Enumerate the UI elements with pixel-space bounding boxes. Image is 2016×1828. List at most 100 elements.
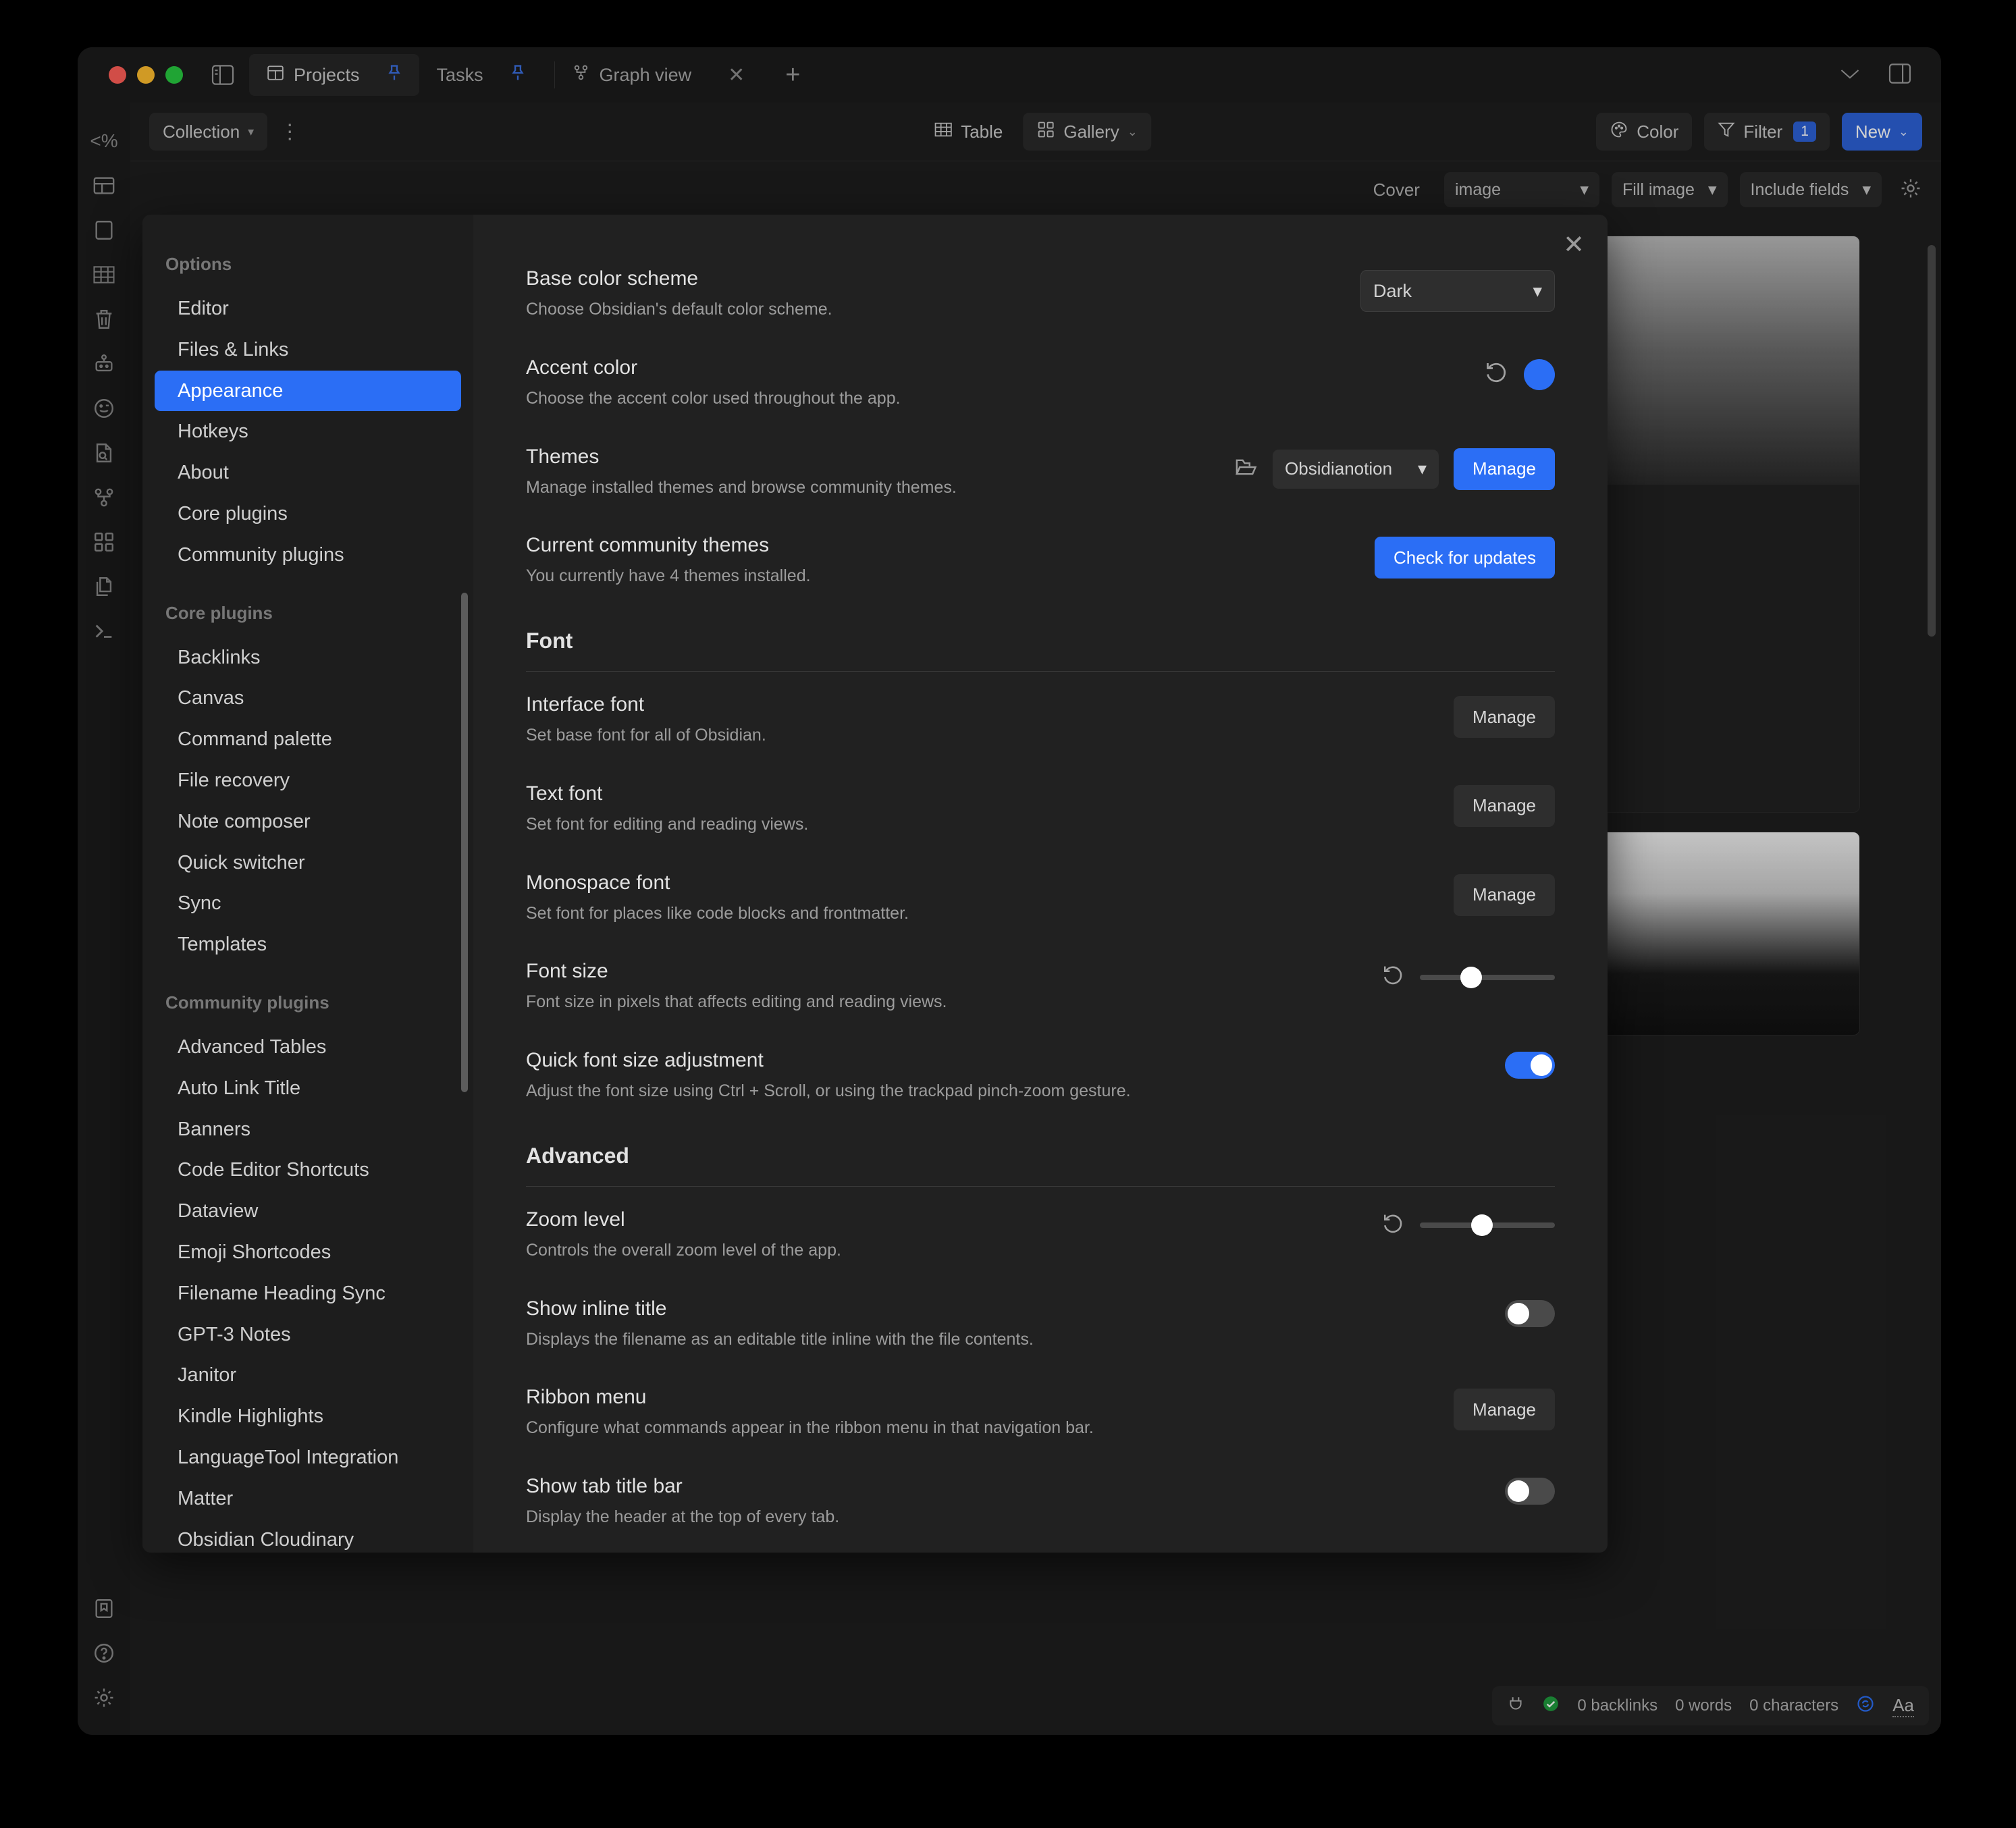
- nav-item-banners[interactable]: Banners: [155, 1109, 461, 1150]
- setting-info: Zoom level Controls the overall zoom lev…: [526, 1208, 1362, 1262]
- setting-control: [1382, 1208, 1555, 1240]
- setting-row-ribbon-menu: Ribbon menu Configure what commands appe…: [526, 1368, 1555, 1457]
- nav-item-obsidian-cloudinary-uploader[interactable]: Obsidian Cloudinary Uploader: [155, 1520, 461, 1553]
- setting-name: Base color scheme: [526, 267, 699, 290]
- scrollbar-thumb[interactable]: [461, 593, 468, 1092]
- setting-control: Manage: [1454, 782, 1555, 827]
- nav-item-files-links[interactable]: Files & Links: [155, 329, 461, 371]
- revert-icon[interactable]: [1382, 963, 1405, 992]
- setting-description: You currently have 4 themes installed.: [526, 566, 811, 586]
- manage-interface-font-button[interactable]: Manage: [1454, 696, 1555, 738]
- font-size-slider[interactable]: [1420, 966, 1555, 988]
- manage-ribbon-menu-button[interactable]: Manage: [1454, 1389, 1555, 1431]
- setting-description: Display the header at the top of every t…: [526, 1507, 840, 1526]
- setting-name: Show inline title: [526, 1297, 667, 1320]
- accent-color-swatch[interactable]: [1524, 358, 1555, 390]
- setting-name: Quick font size adjustment: [526, 1049, 764, 1071]
- setting-description: Manage installed themes and browse commu…: [526, 477, 957, 497]
- setting-description: Choose the accent color used throughout …: [526, 388, 901, 408]
- setting-name: Accent color: [526, 356, 638, 379]
- manage-text-font-button[interactable]: Manage: [1454, 784, 1555, 827]
- setting-name: Current community themes: [526, 534, 770, 557]
- setting-name: Themes: [526, 445, 600, 468]
- base-color-scheme-select[interactable]: Dark ▾: [1360, 270, 1555, 312]
- close-icon[interactable]: ✕: [1563, 232, 1585, 258]
- nav-item-dataview[interactable]: Dataview: [155, 1191, 461, 1232]
- setting-description: Configure what commands appear in the ri…: [526, 1418, 1094, 1438]
- zoom-level-slider[interactable]: [1420, 1214, 1555, 1237]
- setting-row-zoom-level: Zoom level Controls the overall zoom lev…: [526, 1191, 1555, 1280]
- nav-item-community-plugins[interactable]: Community plugins: [155, 535, 461, 576]
- revert-icon[interactable]: [1485, 359, 1509, 389]
- nav-item-code-editor-shortcuts[interactable]: Code Editor Shortcuts: [155, 1150, 461, 1191]
- setting-control: Obsidianotion ▾ Manage: [1234, 446, 1555, 490]
- setting-description: Set font for editing and reading views.: [526, 814, 809, 834]
- setting-control: [1505, 1475, 1555, 1505]
- folder-open-icon[interactable]: [1234, 456, 1258, 481]
- slider-knob[interactable]: [1460, 966, 1482, 988]
- setting-control: Manage: [1454, 693, 1555, 738]
- setting-description: Controls the overall zoom level of the a…: [526, 1240, 841, 1260]
- nav-item-templates[interactable]: Templates: [155, 924, 461, 965]
- setting-info: Quick font size adjustment Adjust the fo…: [526, 1049, 1485, 1103]
- settings-nav-scrollbar[interactable]: [461, 215, 468, 1553]
- setting-row-current-community-themes: Current community themes You currently h…: [526, 516, 1555, 606]
- select-value: Dark: [1373, 280, 1412, 301]
- setting-control: [1382, 960, 1555, 992]
- revert-icon[interactable]: [1382, 1211, 1405, 1240]
- setting-info: Interface font Set base font for all of …: [526, 693, 1433, 747]
- show-inline-title-toggle[interactable]: [1505, 1299, 1555, 1327]
- theme-select[interactable]: Obsidianotion ▾: [1273, 449, 1439, 489]
- nav-item-editor[interactable]: Editor: [155, 288, 461, 329]
- section-divider: [526, 1185, 1555, 1187]
- nav-item-note-composer[interactable]: Note composer: [155, 801, 461, 842]
- setting-description: Displays the filename as an editable tit…: [526, 1329, 1034, 1349]
- nav-item-command-palette[interactable]: Command palette: [155, 719, 461, 760]
- nav-item-advanced-tables[interactable]: Advanced Tables: [155, 1027, 461, 1068]
- manage-themes-button[interactable]: Manage: [1454, 448, 1555, 490]
- nav-group-title: Options: [165, 254, 232, 274]
- setting-row-accent-color: Accent color Choose the accent color use…: [526, 339, 1555, 428]
- nav-item-hotkeys[interactable]: Hotkeys: [155, 411, 461, 452]
- toggle-knob: [1531, 1054, 1552, 1076]
- nav-item-canvas[interactable]: Canvas: [155, 678, 461, 719]
- nav-item-file-recovery[interactable]: File recovery: [155, 760, 461, 801]
- nav-item-matter[interactable]: Matter: [155, 1478, 461, 1520]
- nav-item-auto-link-title[interactable]: Auto Link Title: [155, 1068, 461, 1109]
- check-for-updates-button[interactable]: Check for updates: [1374, 537, 1555, 579]
- setting-info: Accent color Choose the accent color use…: [526, 356, 1464, 410]
- nav-group-title: Community plugins: [165, 992, 329, 1013]
- quick-font-size-toggle[interactable]: [1505, 1052, 1555, 1079]
- nav-item-sync[interactable]: Sync: [155, 883, 461, 924]
- nav-item-core-plugins[interactable]: Core plugins: [155, 493, 461, 535]
- setting-name: Text font: [526, 782, 603, 805]
- setting-control: [1505, 1049, 1555, 1079]
- nav-item-languagetool-integration[interactable]: LanguageTool Integration: [155, 1437, 461, 1478]
- setting-row-quick-font-size-adjustment: Quick font size adjustment Adjust the fo…: [526, 1031, 1555, 1121]
- setting-name: Ribbon menu: [526, 1386, 647, 1409]
- setting-row-font-size: Font size Font size in pixels that affec…: [526, 942, 1555, 1031]
- nav-item-kindle-highlights[interactable]: Kindle Highlights: [155, 1396, 461, 1437]
- setting-info: Text font Set font for editing and readi…: [526, 782, 1433, 836]
- nav-item-gpt3-notes[interactable]: GPT-3 Notes: [155, 1314, 461, 1355]
- nav-item-emoji-shortcodes[interactable]: Emoji Shortcodes: [155, 1232, 461, 1273]
- chevron-down-icon: ▾: [1417, 458, 1427, 479]
- show-tab-title-bar-toggle[interactable]: [1505, 1478, 1555, 1505]
- nav-item-janitor[interactable]: Janitor: [155, 1355, 461, 1396]
- manage-monospace-font-button[interactable]: Manage: [1454, 873, 1555, 916]
- slider-knob[interactable]: [1471, 1214, 1493, 1237]
- nav-item-quick-switcher[interactable]: Quick switcher: [155, 842, 461, 884]
- setting-description: Choose Obsidian's default color scheme.: [526, 300, 832, 319]
- setting-description: Font size in pixels that affects editing…: [526, 992, 947, 1012]
- setting-info: Themes Manage installed themes and brows…: [526, 446, 1213, 500]
- setting-row-show-inline-title: Show inline title Displays the filename …: [526, 1280, 1555, 1369]
- section-divider: [526, 671, 1555, 672]
- setting-row-show-tab-title-bar: Show tab title bar Display the header at…: [526, 1457, 1555, 1547]
- setting-control: Manage: [1454, 871, 1555, 916]
- nav-item-backlinks[interactable]: Backlinks: [155, 637, 461, 678]
- setting-info: Current community themes You currently h…: [526, 534, 1354, 588]
- nav-item-filename-heading-sync[interactable]: Filename Heading Sync: [155, 1273, 461, 1314]
- nav-item-appearance[interactable]: Appearance: [155, 370, 461, 412]
- nav-item-about[interactable]: About: [155, 452, 461, 493]
- setting-row-base-color-scheme: Base color scheme Choose Obsidian's defa…: [526, 250, 1555, 339]
